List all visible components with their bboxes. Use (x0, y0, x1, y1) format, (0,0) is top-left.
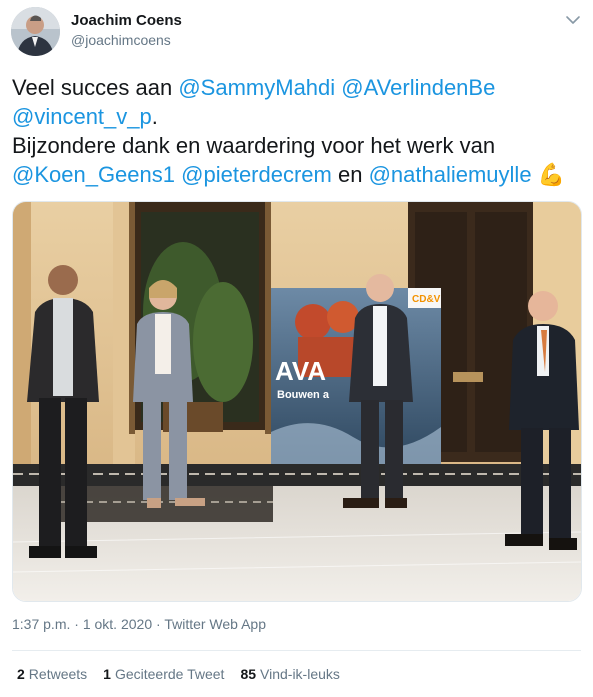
tweet-meta: 1:37 p.m. · 1 okt. 2020 · Twitter Web Ap… (12, 616, 266, 632)
likes-stat[interactable]: 85 Vind-ik-leuks (240, 666, 339, 682)
quotes-count: 1 (103, 666, 111, 682)
banner-title: AVA (275, 356, 326, 386)
quotes-label: Geciteerde Tweet (114, 666, 225, 682)
meta-separator: · (70, 616, 83, 632)
tweet-text-segment: Veel succes aan (12, 75, 179, 100)
tweet-text-segment: Bijzondere dank en waardering voor het w… (12, 133, 496, 158)
mention-vincent-v-p[interactable]: @vincent_v_p (12, 104, 152, 129)
mention-sammymahdi[interactable]: @SammyMahdi (178, 75, 335, 100)
tweet-source[interactable]: Twitter Web App (164, 616, 266, 632)
tweet-stats: 2 Retweets 1 Geciteerde Tweet 85 Vind-ik-le… (17, 666, 340, 682)
tweet-date[interactable]: 1 okt. 2020 (83, 616, 152, 632)
avatar[interactable] (11, 7, 60, 56)
likes-label: Vind-ik-leuks (260, 666, 340, 682)
mention-koen-geens1[interactable]: @Koen_Geens1 (12, 162, 175, 187)
banner-subtitle: Bouwen a (277, 389, 330, 401)
likes-count: 85 (240, 666, 257, 682)
banner-logo: CD&V (412, 294, 441, 305)
quotes-stat[interactable]: 1 Geciteerde Tweet (103, 666, 224, 682)
tweet-photo[interactable]: CD&V AVA Bouwen a (12, 201, 582, 602)
author-handle[interactable]: @joachimcoens (71, 32, 171, 48)
tweet-text-segment: en (331, 162, 369, 187)
avatar-image (11, 7, 60, 56)
tweet-text-period: . (151, 104, 158, 129)
retweets-count: 2 (17, 666, 25, 682)
author-name[interactable]: Joachim Coens (71, 12, 182, 29)
tweet-time[interactable]: 1:37 p.m. (12, 616, 70, 632)
flexed-biceps-emoji: 💪 (537, 162, 566, 187)
retweets-stat[interactable]: 2 Retweets (17, 666, 87, 682)
retweets-label: Retweets (28, 666, 88, 682)
divider (12, 650, 581, 651)
chevron-down-icon[interactable] (563, 10, 583, 30)
mention-pieterdecrem[interactable]: @pieterdecrem (181, 162, 332, 187)
mention-nathaliemuylle[interactable]: @nathaliemuylle (369, 162, 532, 187)
meta-separator: · (152, 616, 165, 632)
photo-illustration: CD&V AVA Bouwen a (13, 202, 581, 601)
tweet-text: Veel succes aan @SammyMahdi @AVerlindenB… (12, 73, 587, 189)
mention-averlindenbe[interactable]: @AVerlindenBe (341, 75, 495, 100)
